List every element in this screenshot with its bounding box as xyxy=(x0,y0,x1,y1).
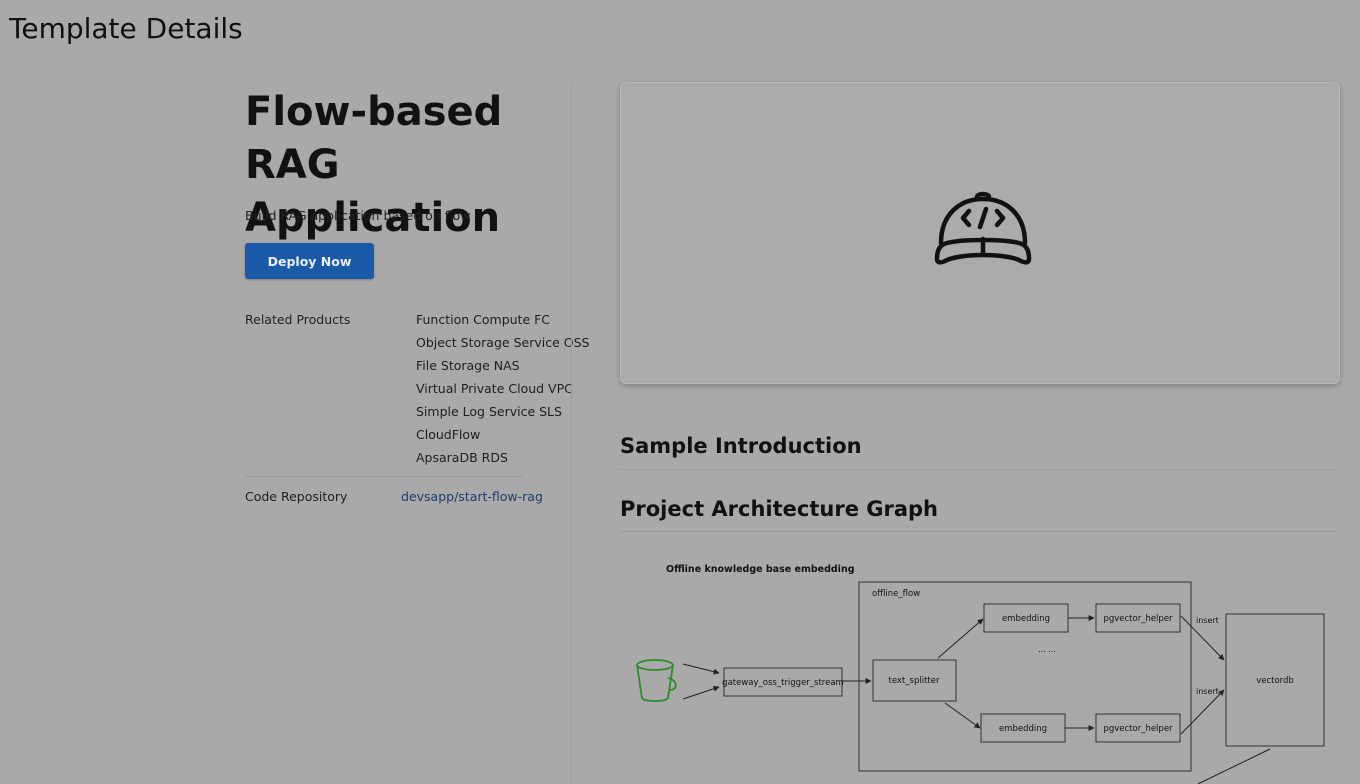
edge-label-insert-top: insert xyxy=(1196,616,1219,625)
template-subtitle: Build RAG application based on flow xyxy=(245,208,471,223)
edge xyxy=(682,663,720,675)
edge xyxy=(682,685,720,700)
related-product-item: ApsaraDB RDS xyxy=(416,450,508,465)
code-repository-link[interactable]: devsapp/start-flow-rag xyxy=(401,489,543,504)
node-helper-top-label: pgvector_helper xyxy=(1103,614,1173,624)
architecture-diagram: Offline knowledge base embedding gateway… xyxy=(636,564,1325,784)
node-vectordb-label: vectordb xyxy=(1256,676,1294,686)
edge xyxy=(1197,748,1271,784)
diagram-heading: Offline knowledge base embedding xyxy=(666,564,855,575)
section-rule xyxy=(620,531,1338,532)
node-splitter-label: text_splitter xyxy=(889,676,940,686)
left-divider xyxy=(245,476,523,477)
related-product-item: Virtual Private Cloud VPC xyxy=(416,381,573,396)
node-helper-bottom-label: pgvector_helper xyxy=(1103,724,1173,734)
related-products-label: Related Products xyxy=(245,312,351,327)
edge xyxy=(937,618,984,659)
column-divider xyxy=(571,82,572,784)
page-title: Template Details xyxy=(9,12,243,45)
group-label: offline_flow xyxy=(872,589,920,599)
edge xyxy=(1180,689,1225,735)
section-rule xyxy=(620,469,1338,470)
node-embedding-top-label: embedding xyxy=(1002,614,1050,624)
bucket-icon xyxy=(636,659,677,702)
related-product-item: CloudFlow xyxy=(416,427,481,442)
deploy-now-button[interactable]: Deploy Now xyxy=(245,243,374,279)
related-product-item: Simple Log Service SLS xyxy=(416,404,562,419)
code-repository-label: Code Repository xyxy=(245,489,348,504)
related-product-item: File Storage NAS xyxy=(416,358,520,373)
section-title-architecture: Project Architecture Graph xyxy=(620,497,938,521)
cap-code-icon xyxy=(934,191,1032,265)
section-title-intro: Sample Introduction xyxy=(620,434,862,458)
edge xyxy=(944,702,981,729)
node-trigger-label: gateway_oss_trigger_stream xyxy=(722,678,844,688)
hero-card xyxy=(620,82,1340,384)
related-product-item: Object Storage Service OSS xyxy=(416,335,590,350)
related-product-item: Function Compute FC xyxy=(416,312,551,327)
diagram-ellipsis: ... ... xyxy=(1038,645,1056,654)
edge-label-insert-bottom: insert xyxy=(1196,687,1219,696)
node-embedding-bottom-label: embedding xyxy=(999,724,1047,734)
related-products-list: Function Compute FC Object Storage Servi… xyxy=(416,312,589,473)
